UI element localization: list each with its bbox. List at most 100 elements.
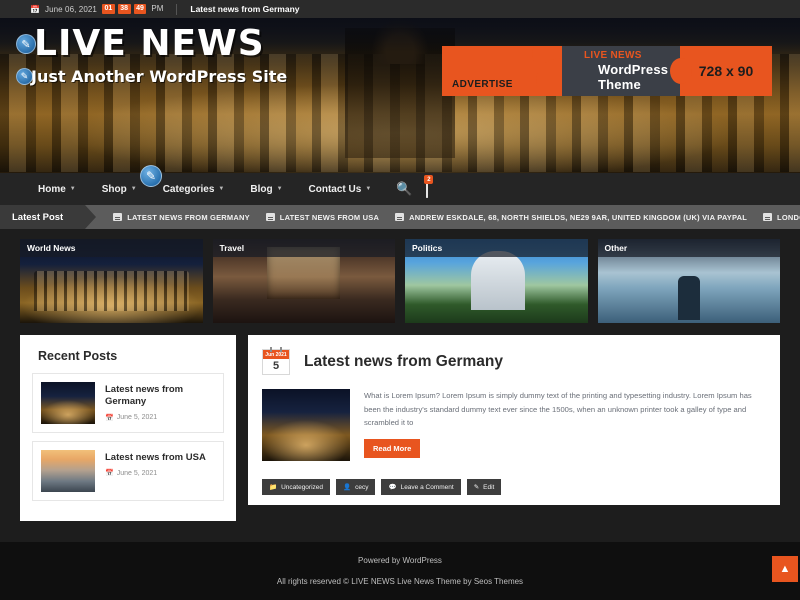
site-tagline: Just Another WordPress Site [31, 67, 288, 86]
ticker-label: Latest Post [0, 205, 97, 229]
clock-hours: 01 [101, 3, 115, 15]
nav-icon-group: 🔍 2 [396, 175, 434, 198]
ad-subtitle: WordPress Theme [598, 62, 669, 92]
meta-edit[interactable]: ✎ Edit [466, 479, 502, 496]
article-title[interactable]: Latest news from Germany [304, 353, 503, 371]
nav-label: Contact Us [308, 183, 362, 195]
cart-count-badge: 2 [424, 175, 434, 184]
ad-size-label: 728 x 90 [698, 63, 754, 79]
article-excerpt: What is Lorem Ipsum? Lorem Ipsum is simp… [364, 391, 752, 427]
recent-post-item[interactable]: Latest news from USA 📅 June 5, 2021 [32, 441, 224, 501]
live-clock: 01 38 49 PM [101, 3, 164, 15]
ticker-item[interactable]: LONDON NEWS FROM [763, 213, 800, 222]
meta-author[interactable]: 👤 cecy [336, 479, 376, 496]
article-thumbnail[interactable] [262, 389, 350, 462]
scroll-to-top-button[interactable]: ▲ [772, 556, 798, 582]
logo-row: ✎ LIVE NEWS [16, 26, 287, 62]
chevron-down-icon: ▼ [276, 186, 283, 192]
folder-icon: 📁 [269, 484, 278, 492]
nav-label: Shop [101, 183, 127, 195]
article-header: Jun 2021 5 Latest news from Germany [262, 347, 766, 376]
ad-middle-panel: LIVE NEWS WordPress Theme [562, 46, 680, 96]
article-date-calendar: Jun 2021 5 [262, 347, 290, 376]
current-date: June 06, 2021 [44, 4, 97, 14]
calendar-icon: 📅 [30, 4, 40, 14]
category-card-politics[interactable]: Politics [405, 239, 588, 323]
recent-post-item[interactable]: Latest news from Germany 📅 June 5, 2021 [32, 373, 224, 433]
meta-label: Edit [483, 483, 495, 491]
nav-label: Home [38, 183, 66, 195]
category-card-world-news[interactable]: World News [20, 239, 203, 323]
recent-post-title[interactable]: Latest news from Germany [105, 384, 215, 409]
nav-label: Blog [250, 183, 273, 195]
top-bar-headline[interactable]: Latest news from Germany [190, 4, 299, 14]
category-label: Other [597, 239, 780, 257]
pencil-icon: ✎ [473, 484, 480, 492]
nav-item-blog[interactable]: Blog ▼ [237, 173, 295, 205]
nav-item-contact-us[interactable]: Contact Us ▼ [296, 173, 385, 205]
calendar-ring [280, 347, 282, 352]
footer-powered-by[interactable]: Powered by WordPress [358, 556, 442, 565]
cart-icon[interactable]: 2 [424, 175, 434, 198]
category-card-travel[interactable]: Travel [212, 239, 395, 323]
recent-post-date: 📅 June 5, 2021 [105, 414, 215, 422]
chevron-down-icon: ▼ [365, 186, 372, 192]
calendar-ring [270, 347, 272, 352]
tagline-row: ✎ Just Another WordPress Site [16, 67, 287, 86]
news-icon [763, 213, 773, 221]
chevron-down-icon: ▼ [218, 186, 225, 192]
recent-post-date-label: June 5, 2021 [116, 469, 158, 477]
site-footer: Powered by WordPress All rights reserved… [0, 542, 800, 600]
clock-ampm: PM [151, 4, 164, 14]
wordpress-icon: ✎ [16, 34, 36, 54]
nav-label: Categories [162, 183, 215, 195]
sidebar-widget-title: Recent Posts [38, 349, 118, 363]
ad-advertise-label: ADVERTISE [452, 79, 513, 90]
page-root: 📅 June 06, 2021 01 38 49 PM Latest news … [0, 0, 800, 600]
meta-comments[interactable]: 💬 Leave a Comment [381, 479, 461, 496]
read-more-button[interactable]: Read More [364, 439, 421, 459]
footer-copyright: All rights reserved © LIVE NEWS Live New… [276, 577, 524, 586]
nav-item-categories[interactable]: Categories ▼ [150, 173, 238, 205]
meta-label: Leave a Comment [400, 483, 454, 491]
latest-post-ticker: Latest Post LATEST NEWS FROM GERMANY LAT… [0, 205, 800, 229]
divider [176, 3, 178, 15]
ticker-item[interactable]: LATEST NEWS FROM GERMANY [113, 213, 250, 222]
category-card-other[interactable]: Other [597, 239, 780, 323]
advertisement-banner[interactable]: ADVERTISE LIVE NEWS WordPress Theme 728 … [442, 46, 772, 96]
user-icon: 👤 [343, 484, 352, 492]
sidebar: Recent Posts Latest news from Germany 📅 … [20, 335, 236, 521]
cursor-pointer-icon: ✎ [140, 165, 162, 187]
nav-item-home[interactable]: Home ▼ [25, 173, 89, 205]
ticker-item[interactable]: ANDREW ESKDALE, 68, NORTH SHIELDS, NE29 … [395, 213, 747, 222]
ad-left-panel: ADVERTISE [442, 46, 588, 96]
main-navigation: Home ▼ Shop ▼ Categories ▼ Blog ▼ Contac… [0, 165, 800, 205]
content-area: Recent Posts Latest news from Germany 📅 … [0, 323, 800, 521]
article-text-column: What is Lorem Ipsum? Lorem Ipsum is simp… [364, 389, 766, 461]
search-icon[interactable]: 🔍 [396, 181, 412, 197]
ticker-item[interactable]: LATEST NEWS FROM USA [265, 213, 379, 222]
news-icon [265, 213, 275, 221]
clock-seconds: 49 [133, 3, 147, 15]
category-label: Politics [405, 239, 588, 257]
recent-post-date-label: June 5, 2021 [116, 414, 158, 422]
ticker-item-label: LATEST NEWS FROM GERMANY [127, 212, 250, 222]
recent-post-date: 📅 June 5, 2021 [105, 469, 206, 478]
top-bar: 📅 June 06, 2021 01 38 49 PM Latest news … [0, 0, 800, 18]
site-title[interactable]: LIVE NEWS [34, 26, 265, 62]
chevron-down-icon: ▼ [69, 186, 76, 192]
category-label: World News [20, 239, 203, 257]
site-branding[interactable]: ✎ LIVE NEWS ✎ Just Another WordPress Sit… [16, 26, 287, 86]
meta-category[interactable]: 📁 Uncategorized [262, 479, 331, 496]
ticker-track: LATEST NEWS FROM GERMANY LATEST NEWS FRO… [85, 213, 800, 222]
ad-notch-decoration [670, 58, 692, 84]
article-meta-row: 📁 Uncategorized 👤 cecy 💬 Leave a Comment… [262, 479, 766, 496]
news-icon [113, 213, 123, 221]
chevron-down-icon: ▼ [130, 186, 137, 192]
recent-post-text: Latest news from Germany 📅 June 5, 2021 [105, 382, 215, 424]
category-label: Travel [212, 239, 395, 257]
recent-post-title[interactable]: Latest news from USA [105, 452, 206, 464]
ad-size-panel: 728 x 90 [670, 46, 772, 96]
news-icon [395, 213, 405, 221]
comment-icon: 💬 [388, 484, 397, 492]
